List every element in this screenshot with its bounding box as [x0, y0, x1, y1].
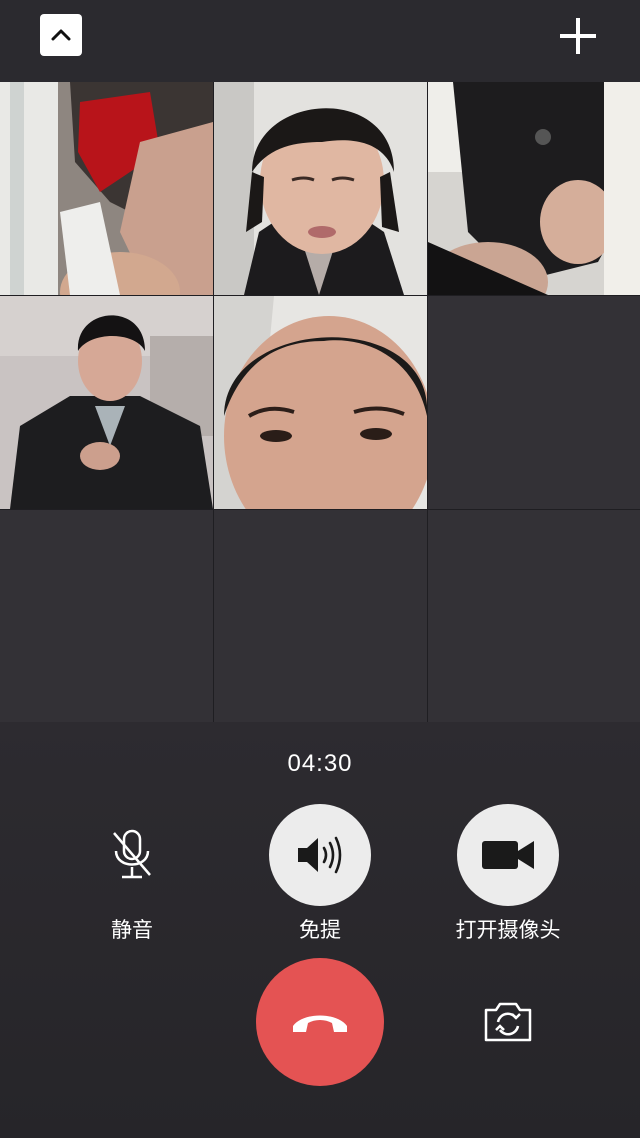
hangup-button[interactable]	[256, 958, 384, 1086]
empty-video-slot	[428, 510, 640, 724]
mute-label: 静音	[111, 918, 153, 942]
switch-camera-icon	[484, 1002, 532, 1042]
call-controls: 04:30 静音 免提 打开摄像头	[0, 722, 640, 1138]
participant-video-grid	[0, 82, 640, 724]
participant-video-tile-3[interactable]	[428, 82, 640, 295]
mute-button[interactable]	[81, 804, 183, 906]
camera-button[interactable]	[457, 804, 559, 906]
camera-label: 打开摄像头	[455, 918, 561, 942]
participant-video-1	[0, 82, 213, 295]
participant-video-tile-4[interactable]	[0, 296, 213, 509]
empty-video-slot	[214, 510, 427, 724]
speaker-button[interactable]	[269, 804, 371, 906]
participant-video-5	[214, 296, 427, 509]
camera-control[interactable]: 打开摄像头	[438, 804, 578, 944]
empty-video-slot	[0, 510, 213, 724]
chevron-up-icon	[51, 29, 71, 41]
add-participant-button[interactable]	[556, 14, 600, 58]
participant-video-3	[428, 82, 640, 295]
participant-video-4	[0, 296, 213, 509]
participant-video-tile-1[interactable]	[0, 82, 213, 295]
speaker-icon	[298, 836, 342, 874]
speaker-control[interactable]: 免提	[250, 804, 390, 944]
microphone-muted-icon	[113, 829, 151, 879]
participant-video-tile-5[interactable]	[214, 296, 427, 509]
switch-camera-button[interactable]	[482, 1000, 534, 1044]
video-camera-icon	[482, 841, 534, 869]
empty-video-slot	[428, 296, 640, 509]
call-duration: 04:30	[287, 750, 353, 777]
participant-video-tile-2[interactable]	[214, 82, 427, 295]
top-bar	[0, 0, 640, 82]
collapse-button[interactable]	[40, 14, 82, 56]
participant-video-2	[214, 82, 427, 295]
speaker-label: 免提	[299, 918, 341, 942]
phone-hangup-icon	[293, 1015, 347, 1032]
plus-icon	[560, 18, 596, 54]
mute-control[interactable]: 静音	[62, 804, 202, 944]
